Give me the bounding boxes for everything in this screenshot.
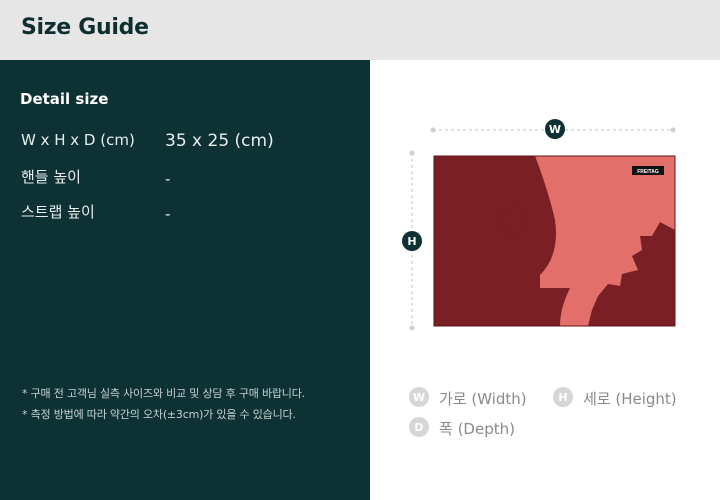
note-measurement-error: * 측정 방법에 따라 약간의 오차(±3cm)가 있을 수 있습니다. [22,408,296,421]
legend-height-badge: H [553,387,573,407]
legend-height-label: 세로 (Height) [583,390,677,408]
page-header: Size Guide [0,0,720,60]
size-value-handle-height: - [165,170,171,188]
detail-size-heading: Detail size [20,90,109,108]
note-compare-size: * 구매 전 고객님 실측 사이즈와 비교 및 상담 후 구매 바랍니다. [22,387,305,400]
brand-tag-text: FREITAG [637,169,659,175]
bag-size-diagram: FREITAG [409,127,676,331]
size-row-handle-height: 핸들 높이 - [21,166,351,190]
size-diagram-panel: FREITAG W H W 가로 (Width) H 세로 (Height) D… [370,60,720,500]
size-label-strap-height: 스트랩 높이 [21,203,95,221]
size-row-dimensions: W x H x D (cm) 35 x 25 (cm) [21,131,351,155]
legend-width-label: 가로 (Width) [439,390,527,408]
size-value-dimensions: 35 x 25 (cm) [165,131,274,151]
width-badge: W [545,119,565,139]
height-badge: H [402,231,422,251]
legend-depth-badge: D [409,417,429,437]
page-title: Size Guide [21,15,149,40]
legend-width-badge: W [409,387,429,407]
detail-size-panel: Detail size W x H x D (cm) 35 x 25 (cm) … [0,60,370,500]
size-value-strap-height: - [165,205,171,223]
size-row-strap-height: 스트랩 높이 - [21,201,351,225]
bag-image: FREITAG [433,155,676,327]
size-label-handle-height: 핸들 높이 [21,168,81,186]
legend-depth-label: 폭 (Depth) [439,420,515,438]
size-label-dimensions: W x H x D (cm) [21,131,135,149]
